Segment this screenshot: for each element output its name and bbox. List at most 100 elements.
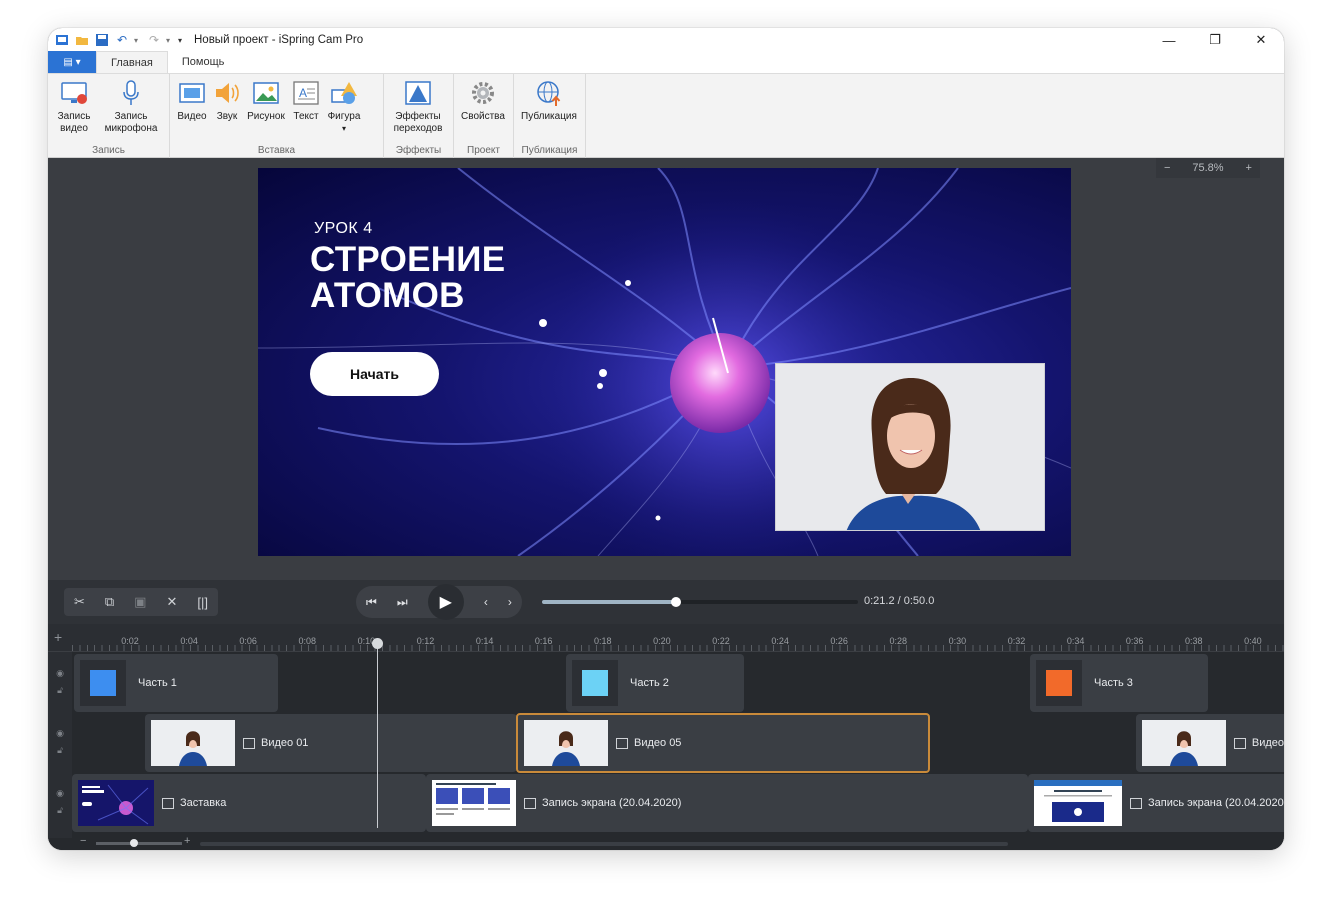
clip-label: Видео 01 <box>261 737 309 749</box>
ruler-tick-label: 0:24 <box>771 636 789 646</box>
lock-icon[interactable]: 🔓︎ <box>57 745 63 756</box>
publish-label: Публикация <box>521 111 577 122</box>
cut-icon[interactable]: ✂ <box>74 594 85 610</box>
section-label: Часть 2 <box>630 677 669 689</box>
window-title: Новый проект - iSpring Cam Pro <box>194 34 364 46</box>
timeline-zoom-knob[interactable] <box>130 839 138 847</box>
picture-icon <box>253 82 279 104</box>
playhead[interactable] <box>372 638 383 828</box>
screen-recording-clip[interactable]: Запись экрана (20.04.2020 <box>1028 774 1284 832</box>
start-button[interactable]: Начать <box>310 352 439 396</box>
redo-dropdown-icon[interactable]: ▾ <box>166 36 174 45</box>
shape-dropdown-icon[interactable]: ▾ <box>342 123 346 135</box>
swatch-fill <box>90 670 116 696</box>
open-folder-icon[interactable] <box>74 32 90 48</box>
close-button[interactable]: ✕ <box>1238 28 1284 52</box>
swatch-fill <box>1046 670 1072 696</box>
ruler-tick-label: 0:08 <box>298 636 317 646</box>
presenter-thumbnail <box>524 720 608 766</box>
play-icon[interactable]: ▶ <box>427 584 464 620</box>
film-icon <box>616 737 628 749</box>
timeline-scrollbar[interactable] <box>200 842 1008 846</box>
section-color-swatch <box>80 660 126 706</box>
section-color-swatch <box>572 660 618 706</box>
video-clip[interactable]: Видео 01 <box>145 714 517 772</box>
paste-icon[interactable]: ▣ <box>134 594 146 610</box>
tab-home[interactable]: Главная <box>96 51 168 73</box>
title-bar: ↶ ▾ ↷ ▾ ▾ Новый проект - iSpring Cam Pro… <box>48 28 1284 52</box>
restore-button[interactable]: ❐ <box>1192 28 1238 52</box>
undo-dropdown-icon[interactable]: ▾ <box>134 36 142 45</box>
record-video-label: Запись видео <box>57 111 91 134</box>
insert-picture-label: Рисунок <box>247 111 285 122</box>
copy-icon[interactable]: ⧉ <box>105 594 114 610</box>
group-effects: Эффекты переходов Эффекты <box>384 74 454 158</box>
undo-icon[interactable]: ↶ <box>114 32 130 48</box>
ruler-tick-label: 0:02 <box>121 636 139 646</box>
quick-access-toolbar: ↶ ▾ ↷ ▾ ▾ <box>48 32 186 48</box>
timeline: + 0:02 0:04 0:06 0:08 0:10 0:12 0:14 0:16 0:18 0:… <box>48 624 1284 850</box>
section-label: Часть 1 <box>138 677 177 689</box>
next-icon[interactable]: › <box>508 595 512 609</box>
slide-title-line2: АТОМОВ <box>310 276 465 315</box>
timeline-zoom-slider[interactable] <box>96 839 182 847</box>
presenter-thumbnail <box>151 720 235 766</box>
ruler-tick-label: 0:14 <box>475 636 494 646</box>
webcam-overlay[interactable] <box>775 363 1045 531</box>
eye-icon[interactable]: ◉ <box>56 668 64 679</box>
zoom-control: − 75.8% + <box>1156 158 1260 178</box>
ruler-tick-label: 0:40 <box>1244 636 1262 646</box>
track-header: ◉ 🔓︎ <box>48 772 72 832</box>
ruler-tick-label: 0:06 <box>239 636 257 646</box>
file-menu-button[interactable]: ▤ ▾ <box>48 51 96 73</box>
skip-to-start-icon[interactable]: ⏮ <box>366 595 377 610</box>
progress-bar[interactable] <box>542 597 858 607</box>
add-track-icon[interactable]: + <box>54 629 62 645</box>
screen-recording-thumbnail <box>432 780 516 826</box>
time-ruler[interactable]: + 0:02 0:04 0:06 0:08 0:10 0:12 0:14 0:16 0:18 0:… <box>48 624 1284 652</box>
lock-icon[interactable]: 🔓︎ <box>57 805 63 816</box>
timeline-zoom-in[interactable]: + <box>184 835 190 847</box>
eye-icon[interactable]: ◉ <box>56 788 64 799</box>
slide-title: СТРОЕНИЕ АТОМОВ <box>310 242 505 314</box>
slide-canvas[interactable]: УРОК 4 СТРОЕНИЕ АТОМОВ Начать <box>258 168 1071 556</box>
save-icon[interactable] <box>94 32 110 48</box>
track-header: ◉ 🔓︎ <box>48 652 72 712</box>
section-clip[interactable]: Часть 3 <box>1030 654 1208 712</box>
split-icon[interactable]: [|] <box>197 595 208 610</box>
text-icon: A <box>293 81 319 105</box>
clip-label: Видео 05 <box>634 737 682 749</box>
video-clip[interactable]: Видео <box>1136 714 1284 772</box>
skip-to-end-icon[interactable]: ⏭ <box>397 595 408 610</box>
previous-icon[interactable]: ‹ <box>484 595 488 609</box>
minimize-button[interactable]: — <box>1146 28 1192 52</box>
zoom-out-button[interactable]: − <box>1164 162 1170 174</box>
transitions-icon <box>405 81 431 105</box>
progress-knob[interactable] <box>670 597 681 607</box>
ruler-tick-label: 0:18 <box>594 636 612 646</box>
screen-recording-thumbnail <box>1034 780 1122 826</box>
video-clip-selected[interactable]: Видео 05 <box>516 713 930 773</box>
presenter-thumbnail <box>1142 720 1226 766</box>
customize-toolbar-icon[interactable]: ▾ <box>178 36 186 45</box>
zoom-in-button[interactable]: + <box>1246 162 1252 174</box>
zoom-value: 75.8% <box>1192 162 1224 174</box>
timeline-zoom-out[interactable]: − <box>80 835 86 847</box>
group-label-project: Проект <box>467 145 500 156</box>
plasma-thumbnail <box>78 780 154 826</box>
svg-text:A: A <box>299 86 307 100</box>
group-label-record: Запись <box>92 145 125 156</box>
section-color-swatch <box>1036 660 1082 706</box>
ruler-tick-label: 0:12 <box>416 636 435 646</box>
globe-publish-icon <box>537 81 561 106</box>
section-clip[interactable]: Часть 1 <box>74 654 278 712</box>
intro-clip[interactable]: Заставка <box>72 774 426 832</box>
section-clip[interactable]: Часть 2 <box>566 654 744 712</box>
eye-icon[interactable]: ◉ <box>56 728 64 739</box>
delete-icon[interactable]: ✕ <box>166 594 177 610</box>
edit-tools: ✂ ⧉ ▣ ✕ [|] <box>64 588 218 616</box>
lock-icon[interactable]: 🔓︎ <box>57 685 63 696</box>
screen-recording-clip[interactable]: Запись экрана (20.04.2020) <box>426 774 1028 832</box>
redo-icon[interactable]: ↷ <box>146 32 162 48</box>
tab-help[interactable]: Помощь <box>168 51 239 73</box>
